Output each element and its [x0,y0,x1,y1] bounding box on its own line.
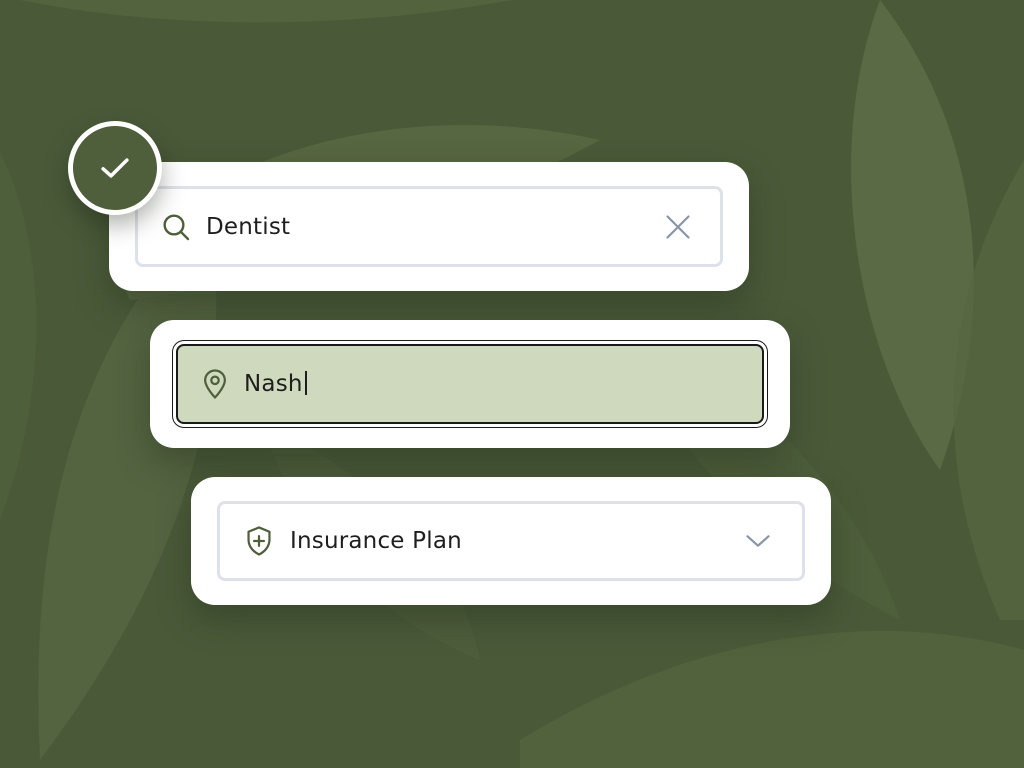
shield-plus-icon [244,525,274,557]
close-icon[interactable] [664,213,692,241]
insurance-card: Insurance Plan [191,477,831,605]
search-input[interactable]: Dentist [135,186,723,267]
insurance-select[interactable]: Insurance Plan [217,501,805,581]
map-pin-icon [200,368,230,400]
location-card: Nash [150,320,790,448]
search-value: Dentist [206,213,291,240]
insurance-value: Insurance Plan [290,528,462,554]
location-value: Nash [244,371,307,397]
search-card: Dentist [109,162,749,291]
location-input[interactable]: Nash [176,344,764,424]
check-icon [101,158,129,178]
check-badge [68,121,162,215]
chevron-down-icon[interactable] [744,531,772,551]
text-cursor [304,371,307,395]
search-icon [160,211,192,243]
